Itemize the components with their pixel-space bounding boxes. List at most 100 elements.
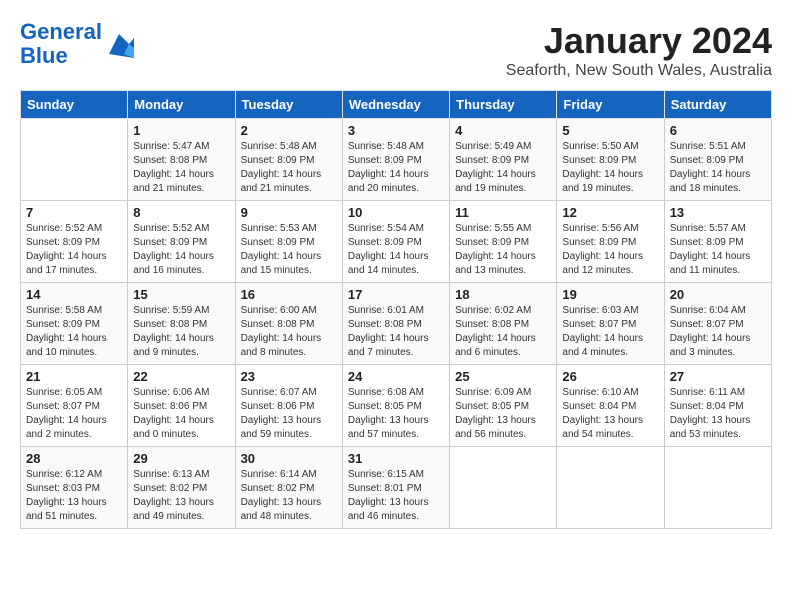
day-info: Sunrise: 5:51 AM Sunset: 8:09 PM Dayligh…	[670, 140, 766, 196]
day-number: 28	[26, 451, 122, 466]
day-cell: 4 Sunrise: 5:49 AM Sunset: 8:09 PM Daylig…	[450, 119, 557, 201]
header-thursday: Thursday	[450, 91, 557, 119]
day-number: 8	[133, 205, 229, 220]
title-block: January 2024 Seaforth, New South Wales, …	[506, 20, 772, 80]
day-info: Sunrise: 5:47 AM Sunset: 8:08 PM Dayligh…	[133, 140, 229, 196]
day-number: 4	[455, 123, 551, 138]
day-number: 25	[455, 369, 551, 384]
day-cell: 31 Sunrise: 6:15 AM Sunset: 8:01 PM Dayli…	[342, 447, 449, 529]
day-number: 20	[670, 287, 766, 302]
day-number: 2	[241, 123, 337, 138]
day-info: Sunrise: 6:04 AM Sunset: 8:07 PM Dayligh…	[670, 304, 766, 360]
day-number: 27	[670, 369, 766, 384]
day-number: 26	[562, 369, 658, 384]
day-cell: 17 Sunrise: 6:01 AM Sunset: 8:08 PM Dayli…	[342, 283, 449, 365]
day-cell: 12 Sunrise: 5:56 AM Sunset: 8:09 PM Dayli…	[557, 201, 664, 283]
day-info: Sunrise: 5:56 AM Sunset: 8:09 PM Dayligh…	[562, 222, 658, 278]
day-info: Sunrise: 5:54 AM Sunset: 8:09 PM Dayligh…	[348, 222, 444, 278]
logo: General Blue	[20, 20, 134, 68]
header-row: SundayMondayTuesdayWednesdayThursdayFrid…	[21, 91, 772, 119]
day-number: 15	[133, 287, 229, 302]
logo-icon	[104, 30, 134, 58]
day-info: Sunrise: 6:12 AM Sunset: 8:03 PM Dayligh…	[26, 468, 122, 524]
day-info: Sunrise: 6:10 AM Sunset: 8:04 PM Dayligh…	[562, 386, 658, 442]
logo-line1: General	[20, 19, 102, 44]
day-info: Sunrise: 5:48 AM Sunset: 8:09 PM Dayligh…	[348, 140, 444, 196]
day-info: Sunrise: 6:02 AM Sunset: 8:08 PM Dayligh…	[455, 304, 551, 360]
header-sunday: Sunday	[21, 91, 128, 119]
day-info: Sunrise: 6:03 AM Sunset: 8:07 PM Dayligh…	[562, 304, 658, 360]
day-number: 11	[455, 205, 551, 220]
header-monday: Monday	[128, 91, 235, 119]
day-info: Sunrise: 5:55 AM Sunset: 8:09 PM Dayligh…	[455, 222, 551, 278]
day-number: 10	[348, 205, 444, 220]
day-info: Sunrise: 6:13 AM Sunset: 8:02 PM Dayligh…	[133, 468, 229, 524]
day-number: 29	[133, 451, 229, 466]
header-saturday: Saturday	[664, 91, 771, 119]
day-cell: 29 Sunrise: 6:13 AM Sunset: 8:02 PM Dayli…	[128, 447, 235, 529]
day-cell: 21 Sunrise: 6:05 AM Sunset: 8:07 PM Dayli…	[21, 365, 128, 447]
day-number: 6	[670, 123, 766, 138]
day-number: 14	[26, 287, 122, 302]
day-cell: 7 Sunrise: 5:52 AM Sunset: 8:09 PM Daylig…	[21, 201, 128, 283]
day-cell: 13 Sunrise: 5:57 AM Sunset: 8:09 PM Dayli…	[664, 201, 771, 283]
day-cell: 6 Sunrise: 5:51 AM Sunset: 8:09 PM Daylig…	[664, 119, 771, 201]
day-cell: 3Sunrise: 5:48 AM Sunset: 8:09 PM Daylig…	[342, 119, 449, 201]
header-wednesday: Wednesday	[342, 91, 449, 119]
header-tuesday: Tuesday	[235, 91, 342, 119]
day-info: Sunrise: 6:01 AM Sunset: 8:08 PM Dayligh…	[348, 304, 444, 360]
week-row-1: 1 Sunrise: 5:47 AM Sunset: 8:08 PM Daylig…	[21, 119, 772, 201]
day-cell: 20 Sunrise: 6:04 AM Sunset: 8:07 PM Dayli…	[664, 283, 771, 365]
day-info: Sunrise: 5:52 AM Sunset: 8:09 PM Dayligh…	[26, 222, 122, 278]
day-cell: 1 Sunrise: 5:47 AM Sunset: 8:08 PM Daylig…	[128, 119, 235, 201]
day-number: 9	[241, 205, 337, 220]
day-number: 18	[455, 287, 551, 302]
day-number: 7	[26, 205, 122, 220]
month-title: January 2024	[506, 20, 772, 62]
day-cell: 23Sunrise: 6:07 AM Sunset: 8:06 PM Dayli…	[235, 365, 342, 447]
day-cell	[21, 119, 128, 201]
day-info: Sunrise: 5:50 AM Sunset: 8:09 PM Dayligh…	[562, 140, 658, 196]
day-info: Sunrise: 5:48 AM Sunset: 8:09 PM Dayligh…	[241, 140, 337, 196]
day-info: Sunrise: 6:05 AM Sunset: 8:07 PM Dayligh…	[26, 386, 122, 442]
day-cell: 27 Sunrise: 6:11 AM Sunset: 8:04 PM Dayli…	[664, 365, 771, 447]
week-row-4: 21 Sunrise: 6:05 AM Sunset: 8:07 PM Dayli…	[21, 365, 772, 447]
day-info: Sunrise: 6:08 AM Sunset: 8:05 PM Dayligh…	[348, 386, 444, 442]
day-info: Sunrise: 6:00 AM Sunset: 8:08 PM Dayligh…	[241, 304, 337, 360]
day-info: Sunrise: 5:59 AM Sunset: 8:08 PM Dayligh…	[133, 304, 229, 360]
day-number: 1	[133, 123, 229, 138]
day-info: Sunrise: 6:11 AM Sunset: 8:04 PM Dayligh…	[670, 386, 766, 442]
day-info: Sunrise: 6:15 AM Sunset: 8:01 PM Dayligh…	[348, 468, 444, 524]
day-cell: 8 Sunrise: 5:52 AM Sunset: 8:09 PM Daylig…	[128, 201, 235, 283]
week-row-5: 28 Sunrise: 6:12 AM Sunset: 8:03 PM Dayli…	[21, 447, 772, 529]
header-friday: Friday	[557, 91, 664, 119]
day-number: 13	[670, 205, 766, 220]
day-info: Sunrise: 5:52 AM Sunset: 8:09 PM Dayligh…	[133, 222, 229, 278]
day-cell: 15 Sunrise: 5:59 AM Sunset: 8:08 PM Dayli…	[128, 283, 235, 365]
day-cell: 14 Sunrise: 5:58 AM Sunset: 8:09 PM Dayli…	[21, 283, 128, 365]
day-cell: 2 Sunrise: 5:48 AM Sunset: 8:09 PM Daylig…	[235, 119, 342, 201]
day-number: 31	[348, 451, 444, 466]
day-number: 17	[348, 287, 444, 302]
day-cell: 26 Sunrise: 6:10 AM Sunset: 8:04 PM Dayli…	[557, 365, 664, 447]
day-number: 30	[241, 451, 337, 466]
day-cell: 9Sunrise: 5:53 AM Sunset: 8:09 PM Daylig…	[235, 201, 342, 283]
day-number: 5	[562, 123, 658, 138]
page-header: General Blue January 2024 Seaforth, New …	[20, 20, 772, 80]
day-number: 21	[26, 369, 122, 384]
day-cell	[557, 447, 664, 529]
day-info: Sunrise: 5:57 AM Sunset: 8:09 PM Dayligh…	[670, 222, 766, 278]
day-cell	[450, 447, 557, 529]
day-info: Sunrise: 5:58 AM Sunset: 8:09 PM Dayligh…	[26, 304, 122, 360]
day-number: 16	[241, 287, 337, 302]
day-number: 23	[241, 369, 337, 384]
logo-line2: Blue	[20, 43, 68, 68]
day-number: 12	[562, 205, 658, 220]
day-cell: 22Sunrise: 6:06 AM Sunset: 8:06 PM Dayli…	[128, 365, 235, 447]
day-cell: 11 Sunrise: 5:55 AM Sunset: 8:09 PM Dayli…	[450, 201, 557, 283]
day-cell	[664, 447, 771, 529]
subtitle: Seaforth, New South Wales, Australia	[506, 62, 772, 80]
day-info: Sunrise: 5:49 AM Sunset: 8:09 PM Dayligh…	[455, 140, 551, 196]
day-info: Sunrise: 6:06 AM Sunset: 8:06 PM Dayligh…	[133, 386, 229, 442]
day-cell: 28 Sunrise: 6:12 AM Sunset: 8:03 PM Dayli…	[21, 447, 128, 529]
